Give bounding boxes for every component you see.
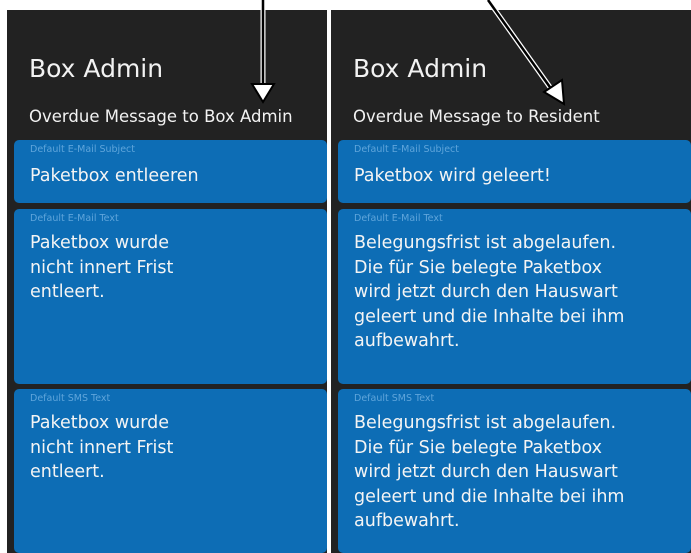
- field-label: Default E-Mail Subject: [30, 144, 135, 155]
- email-text-field[interactable]: Default E-Mail Text Belegungsfrist ist a…: [338, 209, 691, 384]
- box-admin-panel-left: Box Admin Overdue Message to Box Admin D…: [7, 10, 327, 553]
- email-subject-field[interactable]: Default E-Mail Subject Paketbox wird gel…: [338, 140, 691, 203]
- field-value: Paketbox wird geleert!: [354, 166, 551, 186]
- screenshot-comparison: Box Admin Overdue Message to Box Admin D…: [0, 0, 691, 553]
- email-text-field[interactable]: Default E-Mail Text Paketbox wurde nicht…: [14, 209, 327, 384]
- email-subject-field[interactable]: Default E-Mail Subject Paketbox entleere…: [14, 140, 327, 203]
- section-heading: Overdue Message to Resident: [353, 107, 600, 126]
- page-title: Box Admin: [353, 54, 488, 83]
- field-value: Paketbox wurde nicht innert Frist entlee…: [30, 233, 174, 302]
- field-value: Paketbox entleeren: [30, 166, 199, 186]
- field-value: Belegungsfrist ist abgelaufen. Die für S…: [354, 413, 625, 531]
- field-label: Default SMS Text: [354, 393, 435, 404]
- sms-text-field[interactable]: Default SMS Text Belegungsfrist ist abge…: [338, 389, 691, 553]
- field-label: Default E-Mail Subject: [354, 144, 459, 155]
- page-title: Box Admin: [29, 54, 164, 83]
- sms-text-field[interactable]: Default SMS Text Paketbox wurde nicht in…: [14, 389, 327, 553]
- field-label: Default SMS Text: [30, 393, 111, 404]
- section-heading: Overdue Message to Box Admin: [29, 107, 293, 126]
- field-value: Paketbox wurde nicht innert Frist entlee…: [30, 413, 174, 482]
- field-label: Default E-Mail Text: [354, 213, 443, 224]
- box-admin-panel-right: Box Admin Overdue Message to Resident De…: [331, 10, 691, 553]
- field-label: Default E-Mail Text: [30, 213, 119, 224]
- field-value: Belegungsfrist ist abgelaufen. Die für S…: [354, 233, 625, 351]
